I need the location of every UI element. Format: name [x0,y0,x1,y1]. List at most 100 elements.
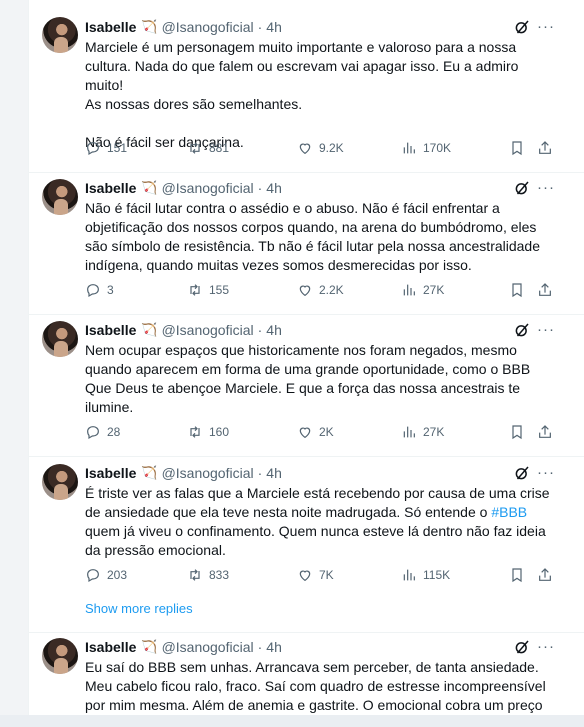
tweet-actions: 28 160 2K 27K [85,424,555,442]
grok-icon[interactable] [513,638,531,656]
reply-count: 151 [107,141,128,155]
repost-button[interactable]: 881 [187,140,229,156]
timestamp[interactable]: 4h [266,465,282,481]
views-button[interactable]: 27K [401,424,444,440]
more-icon[interactable]: ··· [537,464,555,481]
repost-button[interactable]: 155 [187,282,229,298]
share-button[interactable] [537,140,553,156]
avatar[interactable] [42,321,78,357]
reply-count: 28 [107,425,121,439]
bow-and-arrow-emoji: 🏹 [141,322,158,337]
author-name[interactable]: Isabelle [85,465,136,481]
author-name[interactable]: Isabelle [85,639,136,655]
reply-button[interactable]: 3 [85,282,114,298]
reply-button[interactable]: 151 [85,140,127,156]
reply-icon [87,569,99,583]
like-button[interactable]: 2K [297,424,334,440]
timestamp[interactable]: 4h [266,639,282,655]
separator-dot: · [257,180,263,196]
tweet-header: Isabelle 🏹 @Isanogoficial · 4h [85,638,282,656]
like-count: 2K [319,425,334,439]
tweet[interactable]: Isabelle 🏹 @Isanogoficial · 4h ··· É tri… [29,456,584,633]
bookmark-icon [512,568,522,583]
share-icon [539,283,551,296]
repost-count: 881 [209,141,230,155]
view-count: 27K [423,425,445,439]
author-handle[interactable]: @Isanogoficial [162,322,254,338]
author-name[interactable]: Isabelle [85,322,136,338]
tweet-text-part: É triste ver as falas que a Marciele est… [85,485,550,520]
avatar[interactable] [42,464,78,500]
heart-icon [299,285,311,297]
grok-icon[interactable] [513,321,531,339]
like-button[interactable]: 9.2K [297,140,344,156]
more-icon[interactable]: ··· [537,638,555,655]
repost-button[interactable]: 160 [187,424,229,440]
grok-icon[interactable] [513,18,531,36]
bookmark-icon [512,141,522,156]
avatar[interactable] [42,17,78,53]
repost-icon [190,142,200,154]
views-button[interactable]: 27K [401,282,444,298]
bookmark-button[interactable] [509,424,525,440]
reply-count: 203 [107,568,128,582]
share-button[interactable] [537,567,553,583]
separator-dot: · [257,322,263,338]
author-handle[interactable]: @Isanogoficial [162,465,254,481]
like-button[interactable]: 7K [297,567,334,583]
tweet-text: Marciele é um personagem muito important… [85,39,519,150]
tweet[interactable]: Isabelle 🏹 @Isanogoficial · 4h ··· Marci… [29,0,584,173]
timestamp[interactable]: 4h [266,322,282,338]
author-handle[interactable]: @Isanogoficial [162,19,254,35]
like-count: 9.2K [319,141,344,155]
hashtag-link[interactable]: #BBB [491,504,527,520]
tweet-text: Nem ocupar espaços que historicamente no… [85,342,531,415]
views-icon [403,426,415,438]
views-icon [403,142,415,154]
author-name[interactable]: Isabelle [85,19,136,35]
repost-button[interactable]: 833 [187,567,229,583]
share-button[interactable] [537,282,553,298]
separator-dot: · [257,465,263,481]
reply-thread: Isabelle 🏹 @Isanogoficial · 4h ··· Marci… [28,0,584,727]
separator-dot: · [257,639,263,655]
avatar[interactable] [42,179,78,215]
author-handle[interactable]: @Isanogoficial [162,180,254,196]
author-handle[interactable]: @Isanogoficial [162,639,254,655]
tweet-text: Não é fácil lutar contra o assédio e o a… [85,200,541,273]
avatar[interactable] [42,638,78,674]
separator-dot: · [257,19,263,35]
show-more-replies-link[interactable]: Show more replies [85,601,193,616]
tweet[interactable]: Isabelle 🏹 @Isanogoficial · 4h ··· Não é… [29,172,584,315]
heart-icon [299,143,311,155]
repost-icon [190,426,200,438]
repost-icon [190,569,200,581]
views-icon [403,284,415,296]
share-button[interactable] [537,424,553,440]
timestamp[interactable]: 4h [266,19,282,35]
reply-button[interactable]: 203 [85,567,127,583]
grok-icon[interactable] [513,179,531,197]
reply-button[interactable]: 28 [85,424,120,440]
grok-icon[interactable] [513,464,531,482]
views-button[interactable]: 170K [401,140,451,156]
bookmark-button[interactable] [509,282,525,298]
timestamp[interactable]: 4h [266,180,282,196]
bookmark-icon [512,283,522,298]
bow-and-arrow-emoji: 🏹 [141,19,158,34]
views-icon [403,569,415,581]
author-name[interactable]: Isabelle [85,180,136,196]
more-icon[interactable]: ··· [537,179,555,196]
tweet[interactable]: Isabelle 🏹 @Isanogoficial · 4h ··· Nem o… [29,314,584,457]
repost-count: 833 [209,568,230,582]
more-icon[interactable]: ··· [537,321,555,338]
reply-icon [87,284,99,298]
more-icon[interactable]: ··· [537,18,555,35]
bookmark-button[interactable] [509,567,525,583]
views-button[interactable]: 115K [401,567,450,583]
tweet-actions: 203 833 7K 115K [85,567,555,585]
bow-and-arrow-emoji: 🏹 [141,465,158,480]
bookmark-button[interactable] [509,140,525,156]
tweet[interactable]: Isabelle 🏹 @Isanogoficial · 4h ··· Eu sa… [29,632,584,727]
like-button[interactable]: 2.2K [297,282,344,298]
